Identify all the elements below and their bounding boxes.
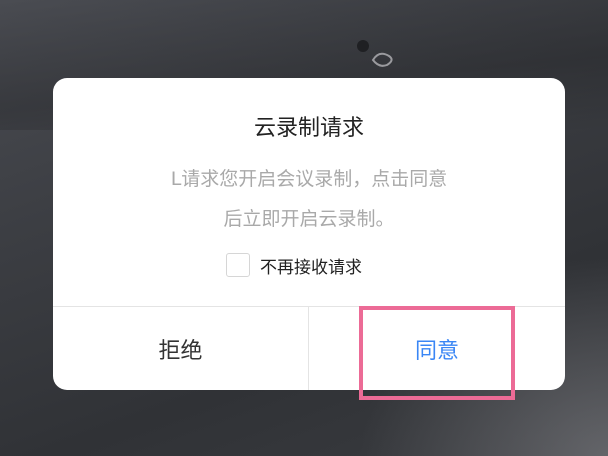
dialog-message-line2: 后立即开启云录制。 <box>223 208 395 230</box>
no-more-requests-label: 不再接收请求 <box>260 257 362 278</box>
no-more-requests-option[interactable]: 不再接收请求 <box>226 251 362 279</box>
reject-button[interactable]: 拒绝 <box>53 307 308 390</box>
no-more-requests-checkbox[interactable] <box>226 253 250 277</box>
agree-button[interactable]: 同意 <box>309 307 565 390</box>
dialog-title: 云录制请求 <box>253 116 364 141</box>
ceiling-fixture-icon <box>357 40 393 67</box>
dialog-message-line1: L请求您开启会议录制，点击同意 <box>170 168 448 190</box>
